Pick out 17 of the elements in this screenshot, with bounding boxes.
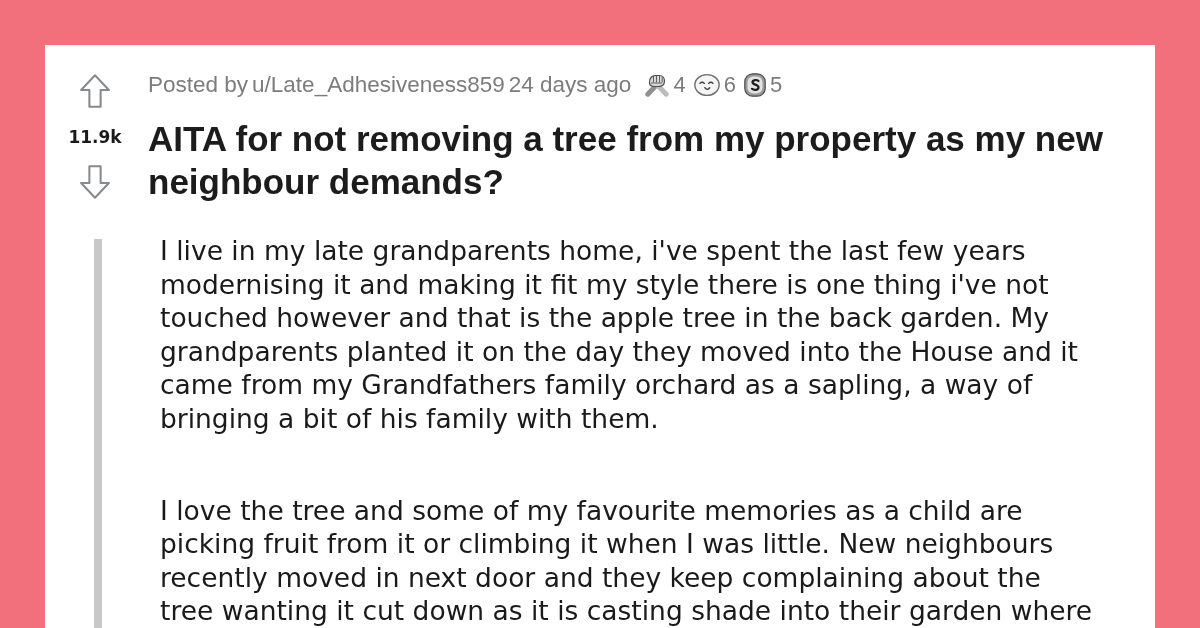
body-paragraph: I live in my late grandparents home, i've spent the last few years modernising it and making it fit my style there is one thing i've not touched however and that is the apple tree in the back garden. My grandparents planted it on the day they moved into the House and it came from my Grandfathers family orchard as a sapling, a way of bringing a bit of his family with them.: [160, 234, 1079, 436]
up-arrow-icon: [80, 74, 110, 108]
clasped-hands-icon: [645, 73, 670, 97]
username-link[interactable]: u/Late_Adhesiveness859: [252, 73, 505, 97]
downvote-button[interactable]: [80, 165, 110, 199]
award-count: 6: [723, 73, 736, 97]
vote-score: 11.9k: [68, 126, 122, 148]
award-count: 4: [673, 73, 686, 97]
coin-icon: [743, 73, 766, 97]
down-arrow-icon: [80, 165, 110, 199]
body-paragraph: I love the tree and some of my favourite memories as a child are picking fruit from it or climbing it when I was little. New neighbours recently moved in next door and they keep complaining about the tree wanting it cut down as it is casting shade into their garden where: [160, 493, 1094, 628]
smiley-face-icon: [693, 73, 720, 97]
post-age: 24 days ago: [508, 73, 632, 97]
award-count: 5: [769, 73, 783, 97]
post-title: AITA for not removing a tree from my property as my new neighbour demands?: [148, 118, 1104, 203]
posted-by-label: Posted by: [148, 73, 249, 97]
upvote-button[interactable]: [80, 74, 110, 108]
